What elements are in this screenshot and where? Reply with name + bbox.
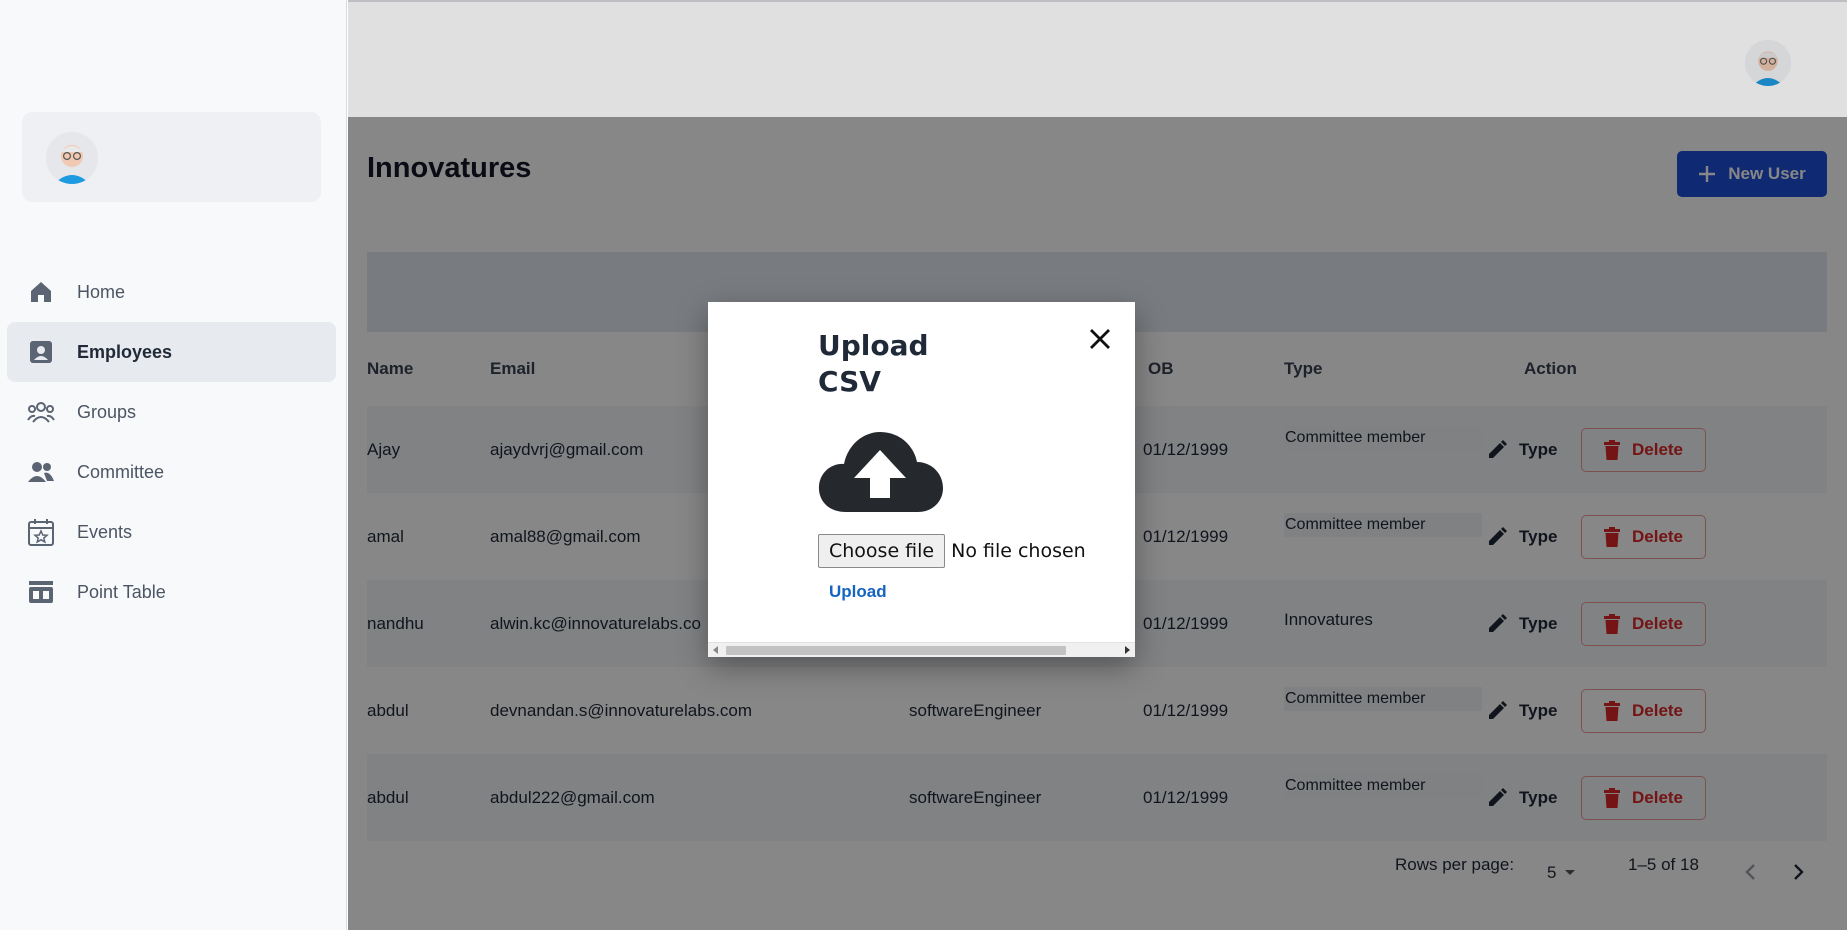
modal-backdrop-top bbox=[348, 0, 1847, 117]
sidebar-nav: Home Employees Groups Committee Events P… bbox=[7, 262, 336, 622]
avatar bbox=[46, 132, 98, 184]
calendar-star-icon bbox=[27, 518, 55, 546]
sidebar-item-label: Events bbox=[77, 521, 133, 542]
home-icon bbox=[27, 278, 55, 306]
sidebar: Home Employees Groups Committee Events P… bbox=[0, 0, 347, 930]
dialog-title: Upload CSV bbox=[818, 329, 929, 398]
sidebar-item-label: Home bbox=[77, 281, 126, 302]
sidebar-item-home[interactable]: Home bbox=[7, 262, 336, 322]
sidebar-item-employees[interactable]: Employees bbox=[7, 322, 336, 382]
scoreboard-icon bbox=[27, 578, 55, 606]
people-icon bbox=[27, 458, 55, 486]
close-icon[interactable] bbox=[1085, 324, 1115, 354]
sidebar-item-label: Point Table bbox=[77, 581, 166, 602]
upload-csv-dialog: Upload CSV Choose file No file chosen Up… bbox=[708, 302, 1135, 657]
sidebar-item-point-table[interactable]: Point Table bbox=[7, 562, 336, 622]
sidebar-item-groups[interactable]: Groups bbox=[7, 382, 336, 442]
groups-icon bbox=[27, 398, 55, 426]
sidebar-item-label: Committee bbox=[77, 461, 165, 482]
sidebar-item-events[interactable]: Events bbox=[7, 502, 336, 562]
horizontal-scrollbar[interactable] bbox=[708, 642, 1135, 657]
file-status: No file chosen bbox=[951, 540, 1086, 562]
file-input[interactable]: Choose file No file chosen bbox=[818, 534, 1086, 568]
badge-icon bbox=[27, 338, 55, 366]
cloud-upload-icon bbox=[816, 426, 946, 514]
sidebar-item-label: Employees bbox=[77, 341, 173, 362]
scroll-left-icon[interactable] bbox=[713, 646, 718, 654]
choose-file-button[interactable]: Choose file bbox=[818, 534, 946, 568]
avatar-icon bbox=[46, 132, 98, 184]
sidebar-item-committee[interactable]: Committee bbox=[7, 442, 336, 502]
scroll-right-icon[interactable] bbox=[1125, 646, 1130, 654]
scrollbar-thumb[interactable] bbox=[726, 646, 1066, 655]
profile-card[interactable] bbox=[22, 112, 321, 202]
upload-button[interactable]: Upload bbox=[829, 582, 887, 602]
sidebar-item-label: Groups bbox=[77, 401, 137, 422]
